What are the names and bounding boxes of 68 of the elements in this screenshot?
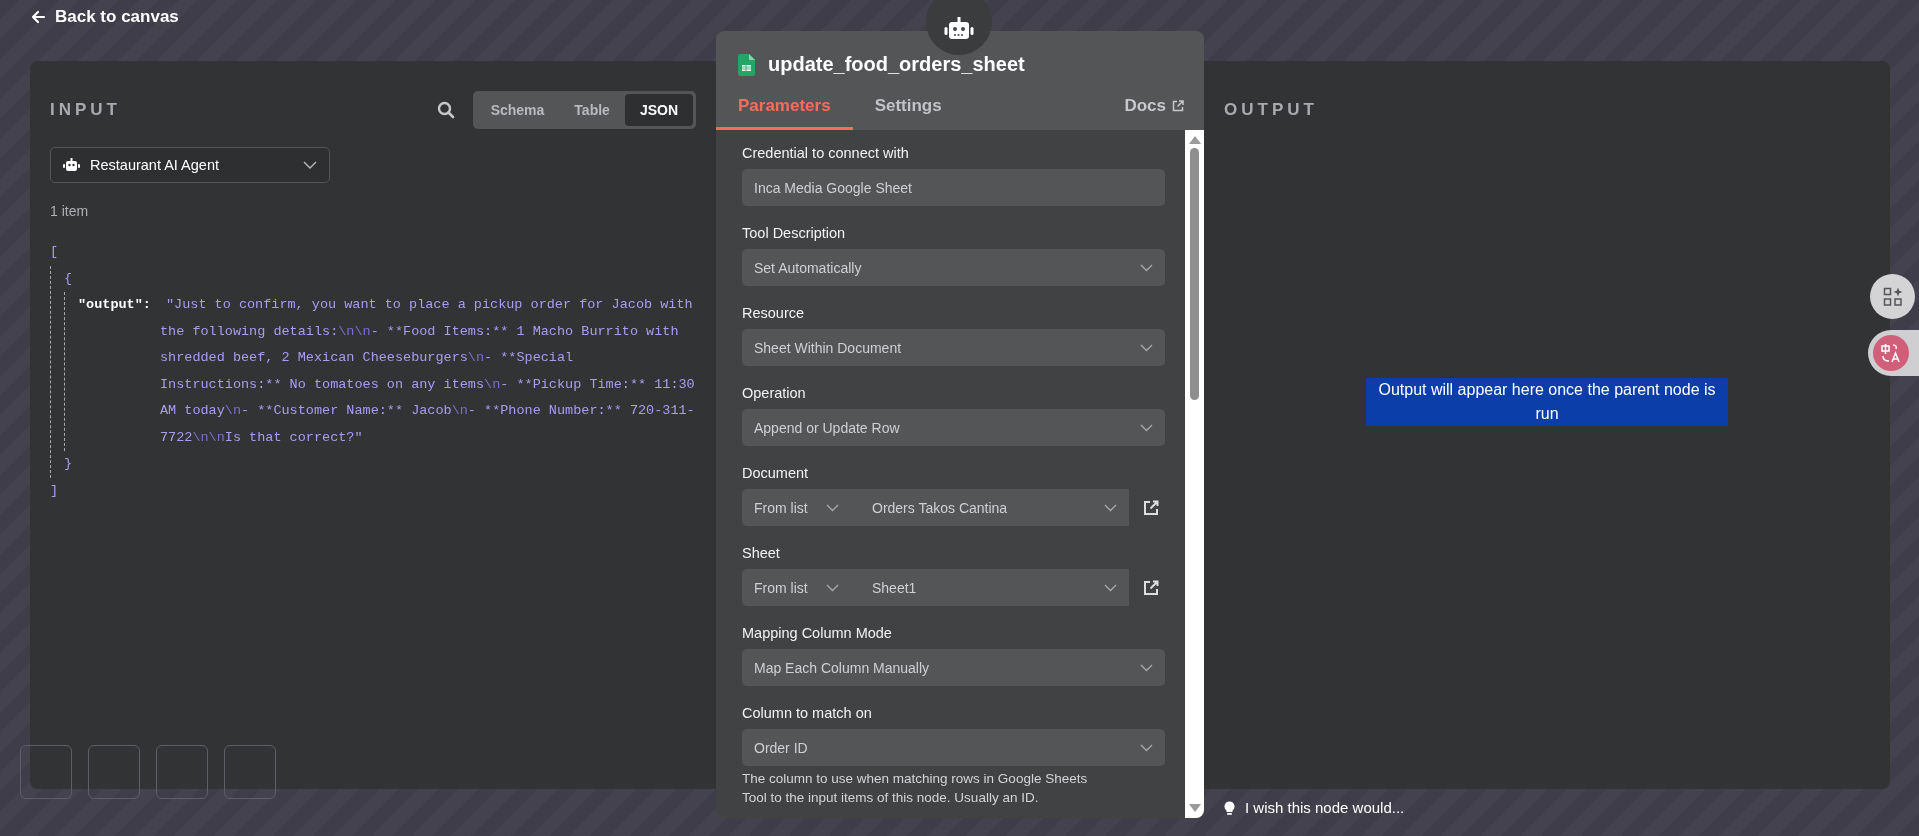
chevron-down-icon [1140,663,1153,672]
select-field[interactable]: Order ID [742,729,1165,766]
field-label: Resource [742,305,806,321]
chevron-down-icon [1140,343,1153,352]
scroll-up-icon[interactable] [1188,136,1201,144]
credential-field[interactable]: Inca Media Google Sheet [742,169,1165,206]
field-label: Sheet [742,545,781,561]
json-bracket: { [64,270,73,286]
json-string-value: AM today\n- **Customer Name:** Jacob\n- **Phone Number:** 720-311- [160,402,695,420]
grid-sparkle-icon [1882,286,1903,307]
json-bracket: } [64,456,73,471]
json-string-value: shredded beef, 2 Mexican Cheeseburgers\n- **Special [160,349,575,367]
item-count: 1 item [50,203,90,219]
scroll-down-icon[interactable] [1188,804,1201,812]
empty-output-message: Output will appear here once the parent node is run [1366,378,1728,426]
select-field[interactable]: Set Automatically [742,249,1165,286]
arrow-left-icon [30,9,46,25]
chevron-down-icon [825,503,839,512]
resource-locator-field[interactable]: From list Sheet1 [742,569,1129,606]
external-link-icon[interactable] [1143,499,1159,516]
mode-select[interactable]: From list [742,569,864,606]
select-field[interactable]: Sheet Within Document [742,329,1165,366]
field-label: Operation [742,385,807,401]
chevron-down-icon [303,161,317,169]
chevron-down-icon [1140,423,1153,432]
field-label: Document [742,465,810,481]
chevron-down-icon [1104,583,1117,592]
translate-button[interactable] [1868,330,1919,376]
feedback-link[interactable]: I wish this node would... [1245,799,1405,816]
external-link-icon [1172,100,1184,112]
select-field[interactable]: Append or Update Row [742,409,1165,446]
search-icon[interactable] [436,101,455,119]
docs-link[interactable]: Docs [1124,96,1184,130]
view-tab[interactable]: JSON [624,94,693,126]
chevron-down-icon [825,583,839,592]
external-link-icon[interactable] [1143,579,1159,596]
field-label: Credential to connect with [742,145,910,161]
output-title: OUTPUT [1224,99,1319,121]
select-field[interactable]: Map Each Column Manually [742,649,1165,686]
scrollbar-thumb[interactable] [1190,148,1199,400]
input-title: INPUT [50,100,122,120]
json-string-value: 7722\n\nIs that correct?" [160,428,364,447]
settings-tab[interactable]: Settings [852,90,962,130]
spreadsheet-icon [738,53,755,76]
json-key: "output": [78,292,160,451]
chevron-down-icon [1140,263,1153,272]
chevron-down-icon [1104,503,1117,512]
lightbulb-icon [1224,800,1235,815]
chevron-down-icon [1140,743,1153,752]
json-string-value: Instructions:** No tomatoes on any items\n- **Pickup Time:** 11:30 [160,375,695,394]
field-label: Column to match on [742,705,873,721]
mode-select[interactable]: From list [742,489,864,526]
json-bracket: [ [50,244,59,259]
field-label: Mapping Column Mode [742,625,893,641]
field-hint: The column to use when matching rows in Google Sheets Tool to the input items of this node. Usually an ID. [742,770,1089,807]
node-title: update_food_orders_sheet [768,53,1025,76]
field-label: Tool Description [742,225,847,241]
node-select[interactable]: Restaurant AI Agent [50,147,330,183]
robot-icon [63,158,80,172]
json-string-value: "Just to confirm, you want to place a pickup order for Jacob with [166,296,694,314]
json-string-value: the following details:\n\n- **Food Items:** 1 Macho Burrito with [160,322,680,341]
scrollbar[interactable] [1185,130,1204,818]
translate-icon [1880,342,1902,364]
resource-locator-field[interactable]: From list Orders Takos Cantina [742,489,1129,526]
view-tab[interactable]: Table [559,94,625,126]
back-to-canvas-link[interactable]: Back to canvas [30,7,179,27]
view-tab[interactable]: Schema [475,94,560,126]
json-bracket: ] [50,482,59,498]
